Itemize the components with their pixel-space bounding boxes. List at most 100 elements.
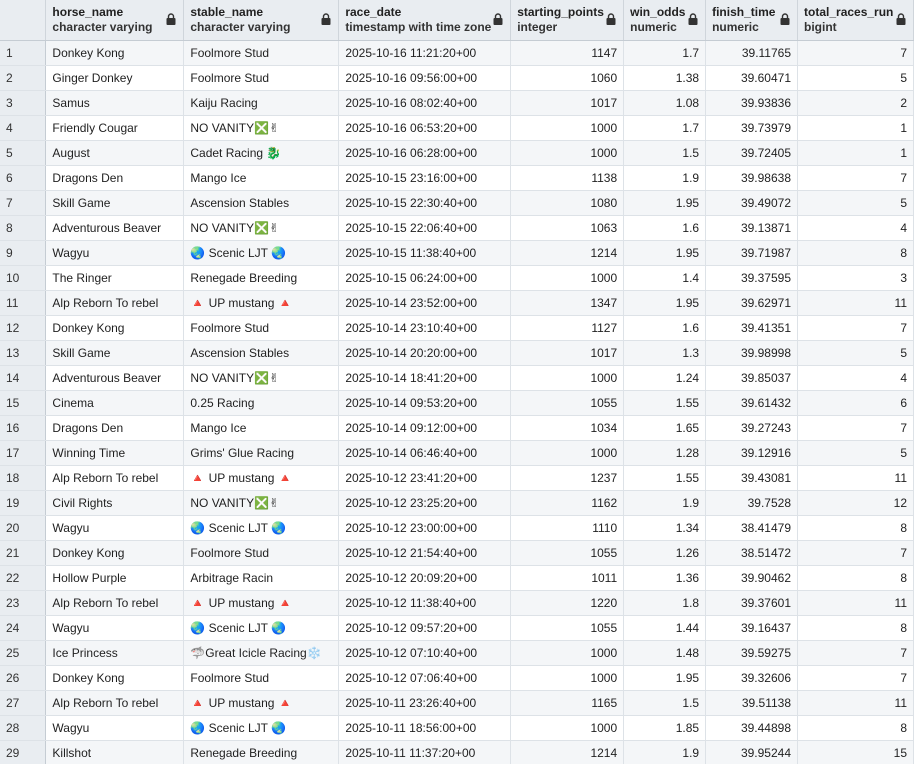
cell-finish-time[interactable]: 39.49072 [705,190,799,216]
cell-total-races-run[interactable]: 8 [797,565,914,591]
table-row[interactable]: 12 Donkey Kong Foolmore Stud 2025-10-14 23:… [0,315,914,341]
cell-horse-name[interactable]: Donkey Kong [45,665,185,691]
row-number[interactable]: 21 [0,540,47,566]
table-row[interactable]: 10 The Ringer Renegade Breeding 2025-10-15 … [0,265,914,291]
cell-starting-points[interactable]: 1127 [510,315,625,341]
cell-total-races-run[interactable]: 12 [797,490,914,516]
cell-stable-name[interactable]: Mango Ice [183,415,340,441]
table-row[interactable]: 16 Dragons Den Mango Ice 2025-10-14 09:12:0… [0,415,914,441]
cell-horse-name[interactable]: Cinema [45,390,185,416]
table-row[interactable]: 26 Donkey Kong Foolmore Stud 2025-10-12 07:… [0,665,914,691]
row-number[interactable]: 27 [0,690,47,716]
cell-starting-points[interactable]: 1055 [510,540,625,566]
row-number[interactable]: 17 [0,440,47,466]
cell-horse-name[interactable]: Ginger Donkey [45,65,185,91]
column-header-starting-points[interactable]: starting_points integer [510,0,625,41]
cell-race-date[interactable]: 2025-10-16 09:56:00+00 [338,65,512,91]
cell-win-odds[interactable]: 1.08 [623,90,707,116]
cell-total-races-run[interactable]: 11 [797,290,914,316]
cell-race-date[interactable]: 2025-10-12 23:41:20+00 [338,465,512,491]
cell-starting-points[interactable]: 1347 [510,290,625,316]
cell-stable-name[interactable]: NO VANITY❎✌ [183,365,340,391]
cell-finish-time[interactable]: 39.98638 [705,165,799,191]
table-row[interactable]: 15 Cinema 0.25 Racing 2025-10-14 09:53:20+0… [0,390,914,416]
cell-finish-time[interactable]: 39.73979 [705,115,799,141]
cell-win-odds[interactable]: 1.44 [623,615,707,641]
table-row[interactable]: 11 Alp Reborn To rebel 🔺 UP mustang 🔺 2025-… [0,290,914,316]
cell-stable-name[interactable]: 🌏 Scenic LJT 🌏 [183,240,340,266]
table-row[interactable]: 13 Skill Game Ascension Stables 2025-10-14 … [0,340,914,366]
table-row[interactable]: 21 Donkey Kong Foolmore Stud 2025-10-12 21:… [0,540,914,566]
cell-horse-name[interactable]: Skill Game [45,340,185,366]
table-row[interactable]: 29 Killshot Renegade Breeding 2025-10-11 11… [0,740,914,764]
cell-finish-time[interactable]: 39.95244 [705,740,799,764]
table-row[interactable]: 14 Adventurous Beaver NO VANITY❎✌ 2025-10-1… [0,365,914,391]
cell-win-odds[interactable]: 1.34 [623,515,707,541]
cell-race-date[interactable]: 2025-10-14 09:53:20+00 [338,390,512,416]
cell-starting-points[interactable]: 1060 [510,65,625,91]
row-number[interactable]: 16 [0,415,47,441]
cell-total-races-run[interactable]: 11 [797,690,914,716]
column-header-race-date[interactable]: race_date timestamp with time zone [338,0,512,41]
cell-total-races-run[interactable]: 8 [797,240,914,266]
cell-starting-points[interactable]: 1034 [510,415,625,441]
row-number[interactable]: 6 [0,165,47,191]
cell-starting-points[interactable]: 1147 [510,40,625,66]
cell-starting-points[interactable]: 1000 [510,265,625,291]
cell-finish-time[interactable]: 39.7528 [705,490,799,516]
cell-win-odds[interactable]: 1.95 [623,240,707,266]
cell-total-races-run[interactable]: 5 [797,440,914,466]
cell-win-odds[interactable]: 1.24 [623,365,707,391]
cell-stable-name[interactable]: 🌏 Scenic LJT 🌏 [183,615,340,641]
cell-stable-name[interactable]: Ascension Stables [183,190,340,216]
cell-finish-time[interactable]: 39.60471 [705,65,799,91]
row-number[interactable]: 7 [0,190,47,216]
cell-win-odds[interactable]: 1.55 [623,390,707,416]
cell-stable-name[interactable]: Cadet Racing 🐉 [183,140,340,166]
cell-horse-name[interactable]: Wagyu [45,715,185,741]
cell-race-date[interactable]: 2025-10-11 23:26:40+00 [338,690,512,716]
table-row[interactable]: 8 Adventurous Beaver NO VANITY❎✌ 2025-10-15… [0,215,914,241]
cell-starting-points[interactable]: 1110 [510,515,625,541]
column-header-stable-name[interactable]: stable_name character varying [183,0,340,41]
cell-total-races-run[interactable]: 11 [797,590,914,616]
cell-finish-time[interactable]: 39.11765 [705,40,799,66]
cell-horse-name[interactable]: Alp Reborn To rebel [45,690,185,716]
cell-win-odds[interactable]: 1.95 [623,665,707,691]
row-number[interactable]: 20 [0,515,47,541]
cell-win-odds[interactable]: 1.6 [623,315,707,341]
table-row[interactable]: 25 Ice Princess 🦈Great Icicle Racing❄️ 2025… [0,640,914,666]
table-row[interactable]: 18 Alp Reborn To rebel 🔺 UP mustang 🔺 2025-… [0,465,914,491]
cell-total-races-run[interactable]: 7 [797,665,914,691]
cell-win-odds[interactable]: 1.9 [623,490,707,516]
cell-horse-name[interactable]: Wagyu [45,615,185,641]
cell-race-date[interactable]: 2025-10-15 06:24:00+00 [338,265,512,291]
cell-win-odds[interactable]: 1.5 [623,690,707,716]
cell-starting-points[interactable]: 1017 [510,340,625,366]
cell-stable-name[interactable]: 🔺 UP mustang 🔺 [183,590,340,616]
cell-race-date[interactable]: 2025-10-14 09:12:00+00 [338,415,512,441]
cell-horse-name[interactable]: Donkey Kong [45,315,185,341]
cell-finish-time[interactable]: 39.16437 [705,615,799,641]
cell-total-races-run[interactable]: 8 [797,615,914,641]
cell-win-odds[interactable]: 1.65 [623,415,707,441]
cell-horse-name[interactable]: Donkey Kong [45,40,185,66]
cell-race-date[interactable]: 2025-10-12 07:06:40+00 [338,665,512,691]
row-number[interactable]: 19 [0,490,47,516]
cell-horse-name[interactable]: Friendly Cougar [45,115,185,141]
cell-race-date[interactable]: 2025-10-16 06:53:20+00 [338,115,512,141]
cell-starting-points[interactable]: 1000 [510,440,625,466]
cell-win-odds[interactable]: 1.6 [623,215,707,241]
cell-win-odds[interactable]: 1.26 [623,540,707,566]
cell-finish-time[interactable]: 39.90462 [705,565,799,591]
cell-win-odds[interactable]: 1.85 [623,715,707,741]
cell-win-odds[interactable]: 1.8 [623,590,707,616]
cell-finish-time[interactable]: 39.51138 [705,690,799,716]
cell-finish-time[interactable]: 39.43081 [705,465,799,491]
cell-finish-time[interactable]: 39.12916 [705,440,799,466]
cell-finish-time[interactable]: 39.62971 [705,290,799,316]
row-number[interactable]: 13 [0,340,47,366]
cell-stable-name[interactable]: NO VANITY❎✌ [183,215,340,241]
table-row[interactable]: 6 Dragons Den Mango Ice 2025-10-15 23:16:00… [0,165,914,191]
cell-starting-points[interactable]: 1214 [510,740,625,764]
